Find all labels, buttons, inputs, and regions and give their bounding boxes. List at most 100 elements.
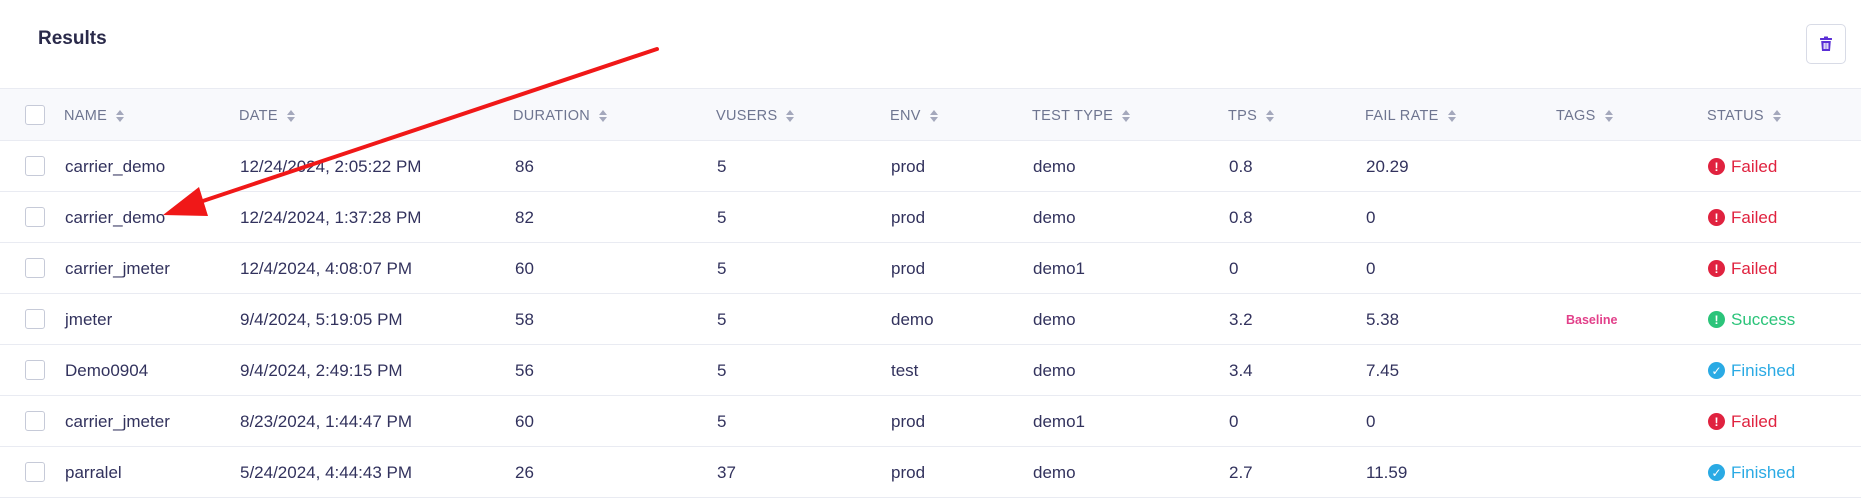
column-header-status[interactable]: STATUS — [1707, 89, 1781, 142]
check-circle-icon: ✓ — [1708, 464, 1725, 481]
column-header-name[interactable]: NAME — [64, 89, 125, 142]
column-header-test-type[interactable]: TEST TYPE — [1032, 89, 1131, 142]
status-badge: ✓ Finished — [1708, 463, 1795, 483]
row-checkbox[interactable] — [25, 360, 45, 380]
column-header-label: FAIL RATE — [1365, 107, 1439, 124]
cell-env: prod — [891, 258, 926, 278]
cell-tps: 3.4 — [1229, 360, 1253, 380]
column-header-vusers[interactable]: VUSERS — [716, 89, 795, 142]
status-label: Finished — [1731, 462, 1796, 482]
cell-tps: 0.8 — [1229, 207, 1253, 227]
cell-date: 8/23/2024, 1:44:47 PM — [240, 411, 413, 431]
status-label: Failed — [1731, 258, 1778, 278]
cell-vusers: 5 — [717, 360, 727, 380]
row-checkbox[interactable] — [25, 207, 45, 227]
status-badge: ! Success — [1708, 310, 1795, 330]
sort-icon[interactable] — [599, 109, 608, 123]
status-label: Failed — [1731, 207, 1778, 227]
cell-name[interactable]: carrier_jmeter — [65, 243, 170, 294]
cell-env: prod — [891, 156, 926, 176]
row-checkbox[interactable] — [25, 258, 45, 278]
table-header-row: NAME DATE DURATION VUSERS ENV TEST TYPE TPS FAI… — [0, 88, 1861, 141]
column-header-date[interactable]: DATE — [239, 89, 295, 142]
status-badge: ! Failed — [1708, 208, 1777, 228]
column-header-label: STATUS — [1707, 107, 1764, 124]
column-header-label: DATE — [239, 107, 278, 124]
sort-icon[interactable] — [1447, 109, 1456, 123]
cell-name[interactable]: carrier_demo — [65, 141, 165, 192]
cell-name[interactable]: parralel — [65, 447, 122, 498]
cell-status: ✓ Finished — [1708, 447, 1795, 498]
cell-status: ! Failed — [1708, 192, 1777, 243]
status-badge: ! Failed — [1708, 412, 1777, 432]
sort-icon[interactable] — [116, 109, 125, 123]
cell-test-type: demo — [1033, 309, 1076, 329]
row-checkbox[interactable] — [25, 411, 45, 431]
sort-icon[interactable] — [786, 109, 795, 123]
cell-tps: 0 — [1229, 258, 1239, 278]
cell-status: ✓ Finished — [1708, 345, 1795, 396]
column-header-tps[interactable]: TPS — [1228, 89, 1275, 142]
cell-fail-rate: 20.29 — [1366, 156, 1409, 176]
select-all-checkbox[interactable] — [25, 105, 45, 125]
table-row[interactable]: carrier_demo 12/24/2024, 1:37:28 PM 82 5 pro… — [0, 192, 1861, 243]
cell-env: prod — [891, 462, 926, 482]
cell-fail-rate: 7.45 — [1366, 360, 1400, 380]
cell-date: 12/24/2024, 2:05:22 PM — [240, 156, 422, 176]
cell-date: 9/4/2024, 2:49:15 PM — [240, 360, 403, 380]
cell-fail-rate: 5.38 — [1366, 309, 1400, 329]
column-header-label: TPS — [1228, 107, 1258, 124]
exclamation-circle-icon: ! — [1708, 311, 1725, 328]
cell-date: 12/24/2024, 1:37:28 PM — [240, 207, 422, 227]
table-row[interactable]: parralel 5/24/2024, 4:44:43 PM 26 37 prod dem… — [0, 447, 1861, 498]
sort-icon[interactable] — [1604, 109, 1613, 123]
cell-status: ! Failed — [1708, 141, 1777, 192]
column-header-fail-rate[interactable]: FAIL RATE — [1365, 89, 1456, 142]
cell-vusers: 37 — [717, 462, 736, 482]
sort-icon[interactable] — [286, 109, 295, 123]
row-checkbox[interactable] — [25, 309, 45, 329]
cell-vusers: 5 — [717, 411, 727, 431]
cell-status: ! Failed — [1708, 243, 1777, 294]
cell-test-type: demo — [1033, 156, 1076, 176]
page-title: Results — [38, 28, 107, 49]
sort-icon[interactable] — [1772, 109, 1781, 123]
cell-test-type: demo — [1033, 207, 1076, 227]
cell-test-type: demo — [1033, 360, 1076, 380]
cell-duration: 56 — [515, 360, 534, 380]
sort-icon[interactable] — [1266, 109, 1275, 123]
column-header-label: TEST TYPE — [1032, 107, 1114, 124]
table-row[interactable]: jmeter 9/4/2024, 5:19:05 PM 58 5 demo demo 3.2… — [0, 294, 1861, 345]
delete-button[interactable] — [1806, 24, 1846, 64]
cell-test-type: demo1 — [1033, 258, 1085, 278]
status-label: Finished — [1731, 360, 1796, 380]
exclamation-circle-icon: ! — [1708, 209, 1725, 226]
status-badge: ✓ Finished — [1708, 361, 1795, 381]
cell-fail-rate: 0 — [1366, 258, 1376, 278]
column-header-env[interactable]: ENV — [890, 89, 938, 142]
cell-name[interactable]: carrier_demo — [65, 192, 165, 243]
table-row[interactable]: carrier_jmeter 8/23/2024, 1:44:47 PM 60 5 pr… — [0, 396, 1861, 447]
cell-date: 12/4/2024, 4:08:07 PM — [240, 258, 413, 278]
table-row[interactable]: carrier_jmeter 12/4/2024, 4:08:07 PM 60 5 pr… — [0, 243, 1861, 294]
cell-duration: 60 — [515, 411, 534, 431]
sort-icon[interactable] — [1122, 109, 1131, 123]
cell-test-type: demo — [1033, 462, 1076, 482]
row-checkbox[interactable] — [25, 156, 45, 176]
cell-date: 5/24/2024, 4:44:43 PM — [240, 462, 413, 482]
check-circle-icon: ✓ — [1708, 362, 1725, 379]
status-label: Failed — [1731, 411, 1778, 431]
exclamation-circle-icon: ! — [1708, 260, 1725, 277]
table-row[interactable]: carrier_demo 12/24/2024, 2:05:22 PM 86 5 pro… — [0, 141, 1861, 192]
cell-vusers: 5 — [717, 207, 727, 227]
column-header-duration[interactable]: DURATION — [513, 89, 608, 142]
cell-vusers: 5 — [717, 309, 727, 329]
results-header: Results — [0, 0, 1861, 88]
row-checkbox[interactable] — [25, 462, 45, 482]
cell-name[interactable]: jmeter — [65, 294, 112, 345]
column-header-tags[interactable]: TAGS — [1556, 89, 1613, 142]
cell-name[interactable]: carrier_jmeter — [65, 396, 170, 447]
sort-icon[interactable] — [929, 109, 938, 123]
table-row[interactable]: Demo0904 9/4/2024, 2:49:15 PM 56 5 test demo 3… — [0, 345, 1861, 396]
cell-name[interactable]: Demo0904 — [65, 345, 148, 396]
